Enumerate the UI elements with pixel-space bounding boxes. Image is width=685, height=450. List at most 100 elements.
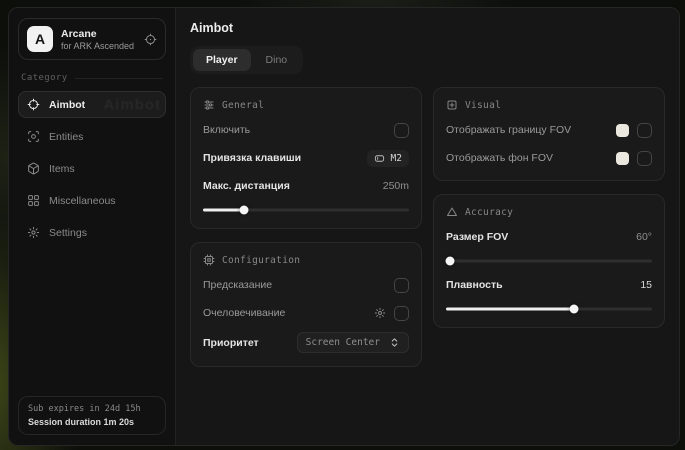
brand-title: Arcane [61,28,134,40]
brand-card: A Arcane for ARK Ascended [18,18,166,60]
category-section-label: Category [21,73,163,83]
sliders-icon [203,99,215,111]
keybind-button[interactable]: M2 [367,150,409,167]
slider-track [446,260,652,263]
priority-dropdown[interactable]: Screen Center [297,332,409,353]
prediction-label: Предсказание [203,279,272,291]
smoothness-slider[interactable] [446,304,652,314]
priority-row: Приоритет Screen Center [203,332,409,353]
sidebar-item-settings[interactable]: Settings [18,219,166,246]
fov-border-label: Отображать границу FOV [446,124,571,136]
humanize-checkbox[interactable] [394,306,409,321]
visual-card-header: Visual [446,99,652,111]
page-title: Aimbot [190,21,665,35]
subscription-status-card: Sub expires in 24d 15h Session duration … [18,396,166,435]
right-column: Visual Отображать границу FOV Отображать… [433,87,665,328]
fov-border-row: Отображать границу FOV [446,121,652,139]
enable-checkbox[interactable] [394,123,409,138]
category-label: Category [21,73,68,83]
prediction-checkbox[interactable] [394,278,409,293]
fov-bg-label: Отображать фон FOV [446,152,553,164]
square-plus-icon [446,99,458,111]
ghost-watermark: Aimbot [103,96,161,113]
crosshair-pin-icon[interactable] [144,33,157,46]
configuration-card: Configuration Предсказание Очеловечивани… [190,242,422,367]
session-duration-text: Session duration 1m 20s [28,417,156,427]
fov-size-slider[interactable] [446,256,652,266]
fov-bg-row: Отображать фон FOV [446,149,652,167]
cheat-menu-window: A Arcane for ARK Ascended Category [8,7,680,446]
sub-expires-text: Sub expires in 24d 15h [28,404,156,414]
sidebar-item-label: Entities [49,131,83,143]
fov-size-row: Размер FOV 60° [446,228,652,246]
humanize-label: Очеловечивание [203,307,285,319]
crosshair-icon [27,98,40,111]
grid-icon [27,194,40,207]
keybind-row: Привязка клавиши M2 [203,149,409,167]
accuracy-card-header: Accuracy [446,206,652,218]
max-distance-slider[interactable] [203,205,409,215]
sidebar: A Arcane for ARK Ascended Category [9,8,176,445]
configuration-card-header: Configuration [203,254,409,266]
game-overlay-background: { "colors": { "window_bg": "#161617", "s… [0,0,685,450]
sidebar-item-label: Miscellaneous [49,195,116,207]
fov-bg-checkbox[interactable] [637,151,652,166]
mouse-icon [374,153,385,164]
sidebar-item-miscellaneous[interactable]: Miscellaneous [18,187,166,214]
left-column: General Включить Привязка клавиши [190,87,422,367]
scan-icon [27,130,40,143]
sidebar-item-aimbot[interactable]: Aimbot Aimbot [18,91,166,118]
priority-value: Screen Center [306,337,380,348]
smoothness-label: Плавность [446,279,503,291]
smoothness-value: 15 [640,279,652,291]
humanize-row: Очеловечивание [203,304,409,322]
fov-size-label: Размер FOV [446,231,508,243]
tab-dino[interactable]: Dino [253,49,301,71]
slider-thumb[interactable] [240,206,249,215]
gear-small-icon[interactable] [374,307,386,319]
enable-row: Включить [203,121,409,139]
general-card-title: General [222,100,264,111]
sidebar-item-label: Aimbot [49,99,85,111]
accuracy-card-title: Accuracy [465,207,513,218]
category-divider [75,78,163,79]
accuracy-card: Accuracy Размер FOV 60° Плавность 15 [433,194,665,328]
smoothness-row: Плавность 15 [446,276,652,294]
keybind-value: M2 [391,153,402,164]
configuration-card-title: Configuration [222,255,300,266]
tab-player[interactable]: Player [193,49,251,71]
chevrons-up-down-icon [389,337,400,348]
humanize-controls [374,306,409,321]
visual-card: Visual Отображать границу FOV Отображать… [433,87,665,181]
priority-label: Приоритет [203,337,259,349]
sidebar-item-items[interactable]: Items [18,155,166,182]
prediction-row: Предсказание [203,276,409,294]
cpu-icon [203,254,215,266]
sidebar-nav: Aimbot Aimbot Entities Item [18,91,166,246]
slider-thumb[interactable] [446,257,455,266]
sidebar-item-entities[interactable]: Entities [18,123,166,150]
fov-bg-controls [616,151,652,166]
general-card-header: General [203,99,409,111]
brand-logo: A [27,26,53,52]
brand-text: Arcane for ARK Ascended [61,28,134,51]
triangle-icon [446,206,458,218]
fov-border-controls [616,123,652,138]
fov-bg-color-swatch[interactable] [616,152,629,165]
main-content: Aimbot Player Dino General [176,8,679,445]
fov-border-color-swatch[interactable] [616,124,629,137]
tab-bar: Player Dino [190,46,303,74]
max-distance-row: Макс. дистанция 250m [203,177,409,195]
slider-fill [446,308,574,311]
fov-border-checkbox[interactable] [637,123,652,138]
slider-fill [203,209,244,212]
visual-card-title: Visual [465,100,501,111]
sidebar-item-label: Items [49,163,75,175]
max-distance-label: Макс. дистанция [203,180,290,192]
sidebar-item-label: Settings [49,227,87,239]
max-distance-value: 250m [383,180,409,192]
slider-thumb[interactable] [569,305,578,314]
general-card: General Включить Привязка клавиши [190,87,422,229]
box-icon [27,162,40,175]
enable-label: Включить [203,124,250,136]
